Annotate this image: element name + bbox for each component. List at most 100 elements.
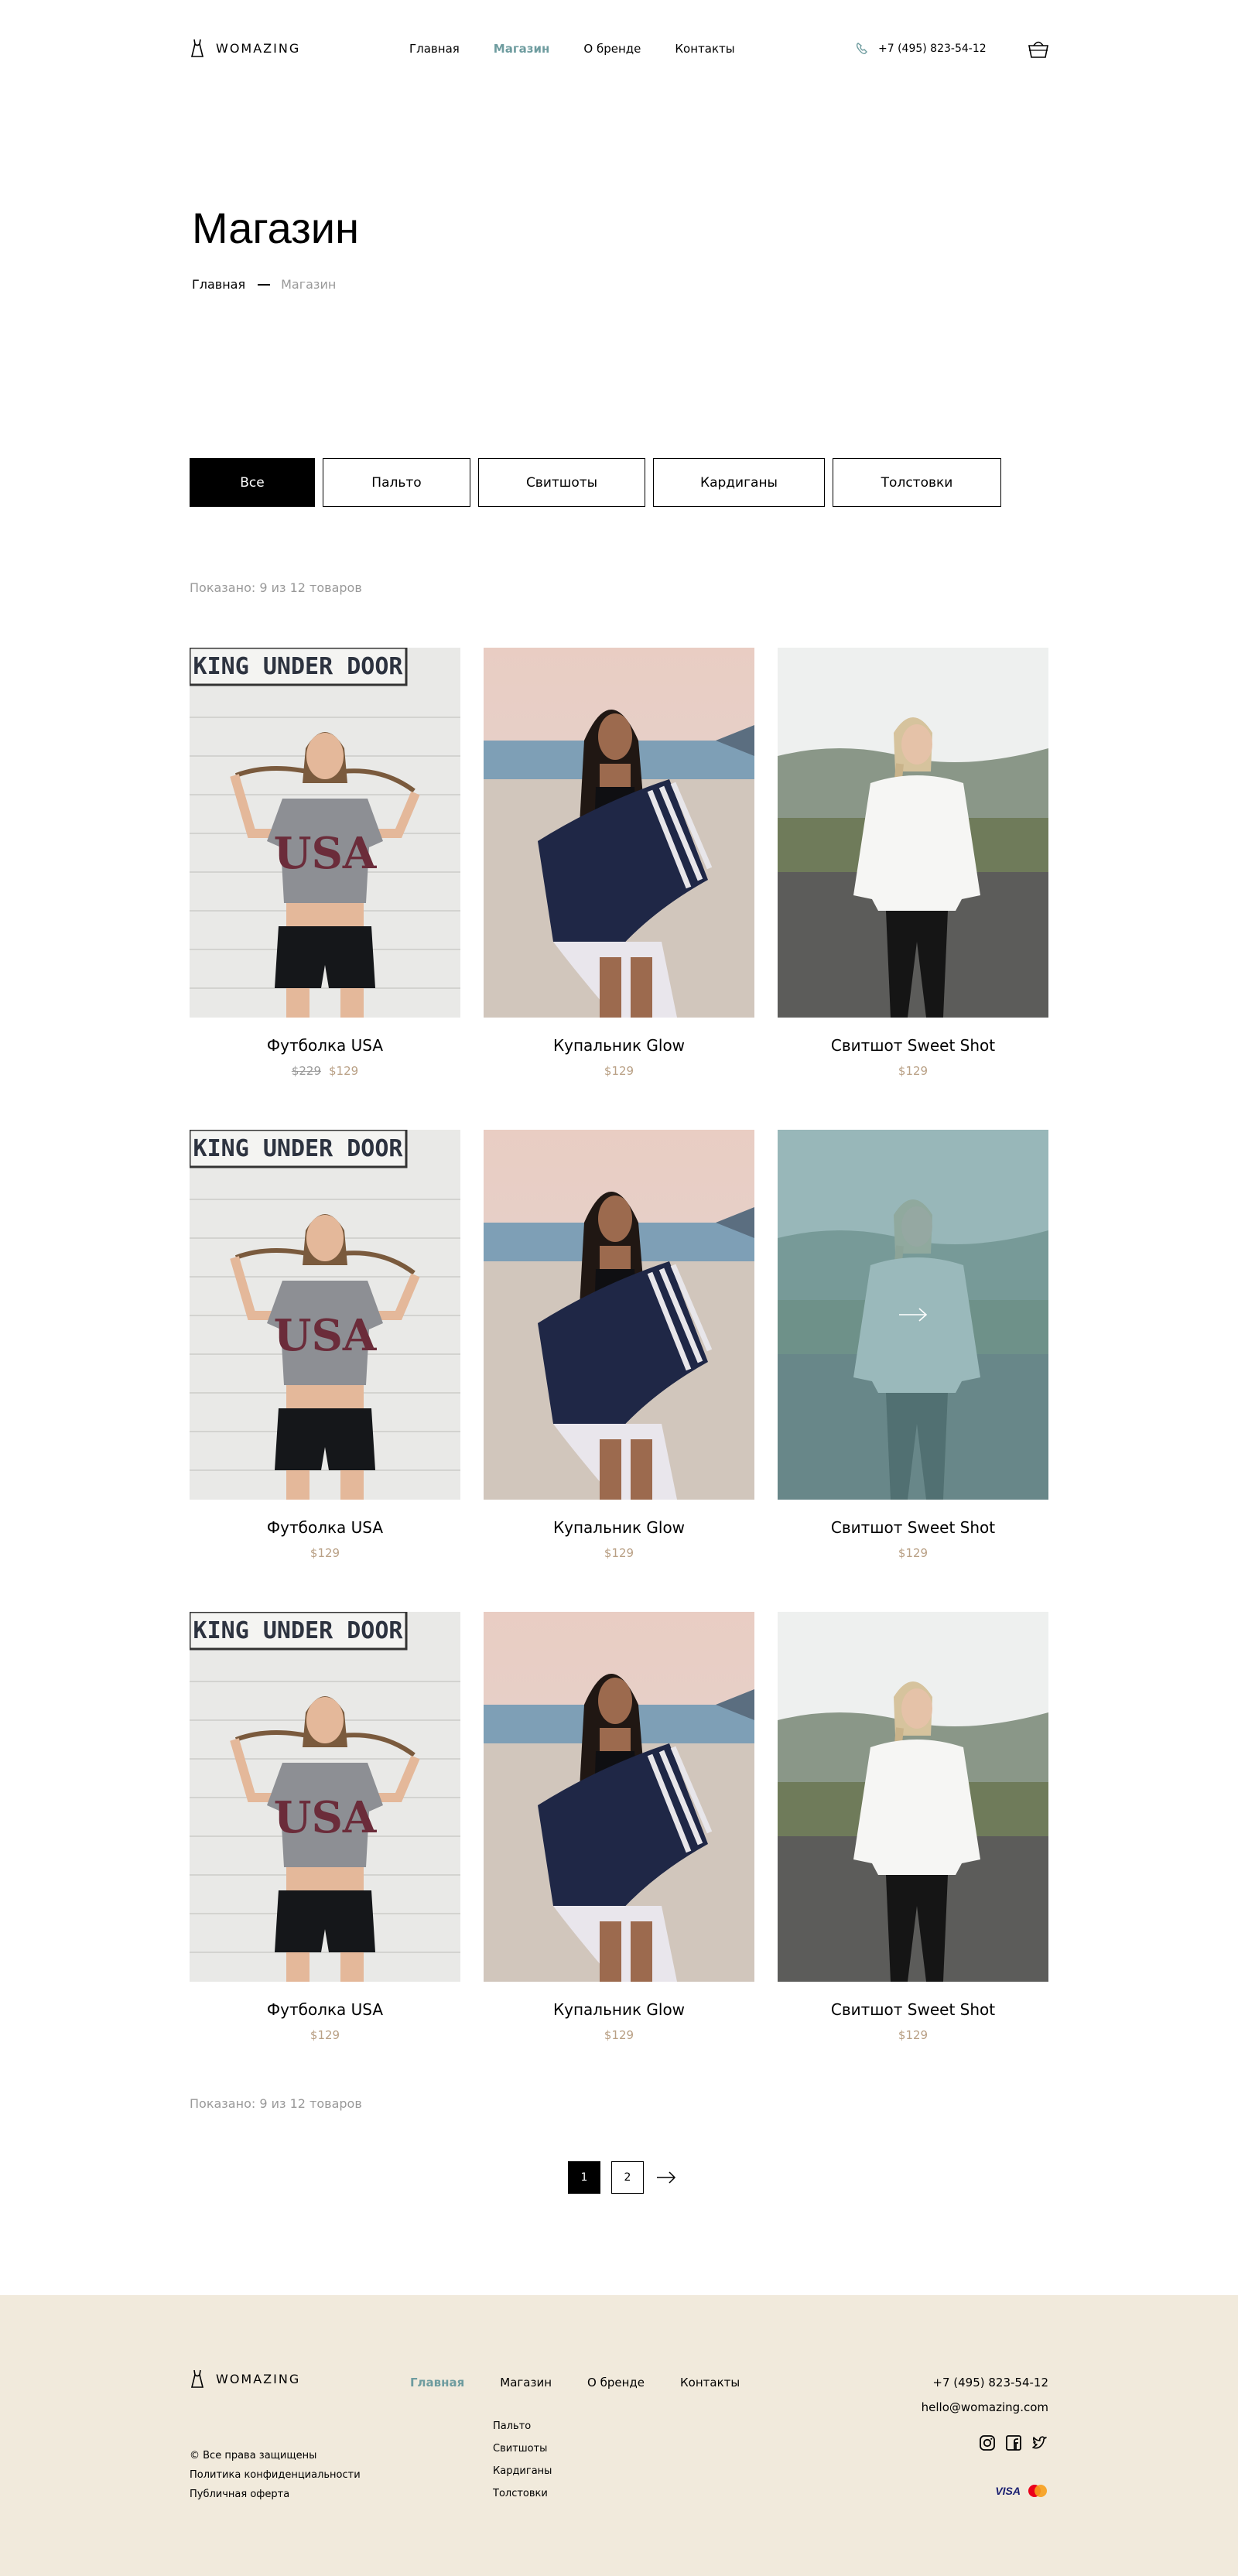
nav-home[interactable]: Главная	[409, 42, 460, 56]
privacy-link[interactable]: Политика конфиденциальности	[190, 2469, 361, 2481]
product-name[interactable]: Свитшот Sweet Shot	[778, 2000, 1048, 2019]
phone-icon	[856, 43, 867, 54]
logo-text: WOMAZING	[216, 40, 301, 56]
cart-icon[interactable]	[1028, 39, 1049, 59]
footer-nav-shop[interactable]: Магазин	[500, 2376, 552, 2390]
product-card[interactable]: Купальник Glow $129	[484, 1130, 754, 1560]
twitter-icon[interactable]	[1031, 2434, 1048, 2451]
main-nav: Главная Магазин О бренде Контакты	[409, 42, 735, 56]
product-name[interactable]: Свитшот Sweet Shot	[778, 1036, 1048, 1055]
product-current-price: $129	[898, 2028, 929, 2042]
nav-contacts[interactable]: Контакты	[675, 42, 734, 56]
page-title: Магазин	[192, 204, 360, 252]
footer-nav-home[interactable]: Главная	[410, 2376, 464, 2390]
footer-subnav: Пальто Свитшоты Кардиганы Толстовки	[493, 2420, 552, 2510]
product-card[interactable]: Купальник Glow $129	[484, 1612, 754, 2042]
product-name[interactable]: Купальник Glow	[484, 2000, 754, 2019]
product-photo[interactable]	[778, 1130, 1048, 1500]
footer-nav-contacts[interactable]: Контакты	[680, 2376, 740, 2390]
shown-count-bottom: Показано: 9 из 12 товаров	[190, 2096, 362, 2111]
product-price: $129	[484, 1064, 754, 1078]
footer-subnav-cardigans[interactable]: Кардиганы	[493, 2465, 552, 2477]
header-phone[interactable]: +7 (495) 823-54-12	[855, 42, 987, 56]
footer-logo[interactable]: WOMAZING	[190, 2369, 300, 2388]
product-card[interactable]: Свитшот Sweet Shot $129	[778, 648, 1048, 1078]
product-photo[interactable]: KING UNDER DOOR USA	[190, 1130, 460, 1500]
product-photo[interactable]	[484, 1130, 754, 1500]
product-name[interactable]: Купальник Glow	[484, 1518, 754, 1537]
social-links	[979, 2434, 1048, 2451]
usa-print-text: USA	[274, 828, 378, 879]
copyright: © Все права защищены	[190, 2450, 317, 2461]
product-current-price: $129	[310, 2028, 340, 2042]
product-price: $129	[484, 1546, 754, 1560]
product-price: $129	[778, 2028, 1048, 2042]
site-header: WOMAZING Главная Магазин О бренде Контак…	[190, 34, 1049, 65]
nav-about[interactable]: О бренде	[583, 42, 641, 56]
product-card[interactable]: KING UNDER DOOR USA Футболка USA $129	[190, 1130, 460, 1560]
dress-logo-icon	[190, 2369, 204, 2388]
filter-cardigans[interactable]: Кардиганы	[653, 458, 825, 507]
footer-phone[interactable]: +7 (495) 823-54-12	[922, 2376, 1048, 2390]
product-name[interactable]: Футболка USA	[190, 1036, 460, 1055]
footer-subnav-coats[interactable]: Пальто	[493, 2420, 552, 2432]
product-name[interactable]: Футболка USA	[190, 1518, 460, 1537]
page-1-button[interactable]: 1	[568, 2161, 600, 2194]
footer-subnav-hoodies[interactable]: Толстовки	[493, 2488, 552, 2499]
offer-link[interactable]: Публичная оферта	[190, 2489, 361, 2500]
product-price: $229 $129	[190, 1064, 460, 1078]
product-card[interactable]: Свитшот Sweet Shot $129	[778, 1612, 1048, 2042]
product-price: $129	[778, 1546, 1048, 1560]
breadcrumb: Главная Магазин	[192, 277, 336, 292]
breadcrumb-separator	[258, 283, 271, 286]
product-current-price: $129	[604, 1546, 634, 1560]
product-photo[interactable]: KING UNDER DOOR USA	[190, 1612, 460, 1982]
product-name[interactable]: Свитшот Sweet Shot	[778, 1518, 1048, 1537]
usa-sign-text: KING UNDER DOOR	[193, 1617, 404, 1644]
facebook-icon[interactable]	[1005, 2434, 1022, 2451]
nav-shop[interactable]: Магазин	[494, 42, 550, 56]
footer-legal: © Все права защищены Политика конфиденци…	[190, 2450, 361, 2508]
product-name[interactable]: Купальник Glow	[484, 1036, 754, 1055]
instagram-icon[interactable]	[979, 2434, 996, 2451]
product-card[interactable]: KING UNDER DOOR USA Футболка USA $229 $129	[190, 648, 460, 1078]
product-photo[interactable]	[484, 648, 754, 1018]
product-old-price: $229	[291, 1064, 321, 1078]
pagination: 1 2	[568, 2161, 676, 2194]
breadcrumb-home[interactable]: Главная	[192, 277, 245, 292]
filter-coats[interactable]: Пальто	[323, 458, 470, 507]
product-card[interactable]: Свитшот Sweet Shot $129	[778, 1130, 1048, 1560]
dress-logo-icon	[190, 39, 204, 57]
footer-logo-text: WOMAZING	[216, 2371, 301, 2386]
site-footer: WOMAZING Главная Магазин О бренде Контак…	[0, 2295, 1238, 2576]
footer-contacts: +7 (495) 823-54-12 hello@womazing.com	[922, 2376, 1048, 2425]
visa-logo: VISA	[995, 2485, 1021, 2497]
product-hover-overlay[interactable]	[778, 1130, 1048, 1500]
payment-methods: VISA	[995, 2484, 1048, 2498]
product-card[interactable]: Купальник Glow $129	[484, 648, 754, 1078]
usa-print-text: USA	[274, 1310, 378, 1361]
product-current-price: $129	[329, 1064, 359, 1078]
product-photo[interactable]	[484, 1612, 754, 1982]
filter-hoodies[interactable]: Толстовки	[833, 458, 1001, 507]
filter-sweatshirts[interactable]: Свитшоты	[478, 458, 645, 507]
shown-count-top: Показано: 9 из 12 товаров	[190, 580, 362, 595]
product-current-price: $129	[310, 1546, 340, 1560]
product-photo[interactable]	[778, 648, 1048, 1018]
mastercard-icon	[1028, 2485, 1047, 2497]
footer-email[interactable]: hello@womazing.com	[922, 2400, 1048, 2414]
footer-subnav-sweatshirts[interactable]: Свитшоты	[493, 2443, 552, 2455]
page-2-button[interactable]: 2	[611, 2161, 644, 2194]
product-current-price: $129	[604, 2028, 634, 2042]
logo[interactable]: WOMAZING	[190, 39, 300, 57]
product-card[interactable]: KING UNDER DOOR USA Футболка USA $129	[190, 1612, 460, 2042]
product-photo[interactable]	[778, 1612, 1048, 1982]
filter-all[interactable]: Все	[190, 458, 315, 507]
arrow-right-icon[interactable]	[656, 2171, 676, 2184]
product-name[interactable]: Футболка USA	[190, 2000, 460, 2019]
product-current-price: $129	[898, 1546, 929, 1560]
footer-nav-about[interactable]: О бренде	[587, 2376, 645, 2390]
product-current-price: $129	[898, 1064, 929, 1078]
product-price: $129	[778, 1064, 1048, 1078]
product-photo[interactable]: KING UNDER DOOR USA	[190, 648, 460, 1018]
